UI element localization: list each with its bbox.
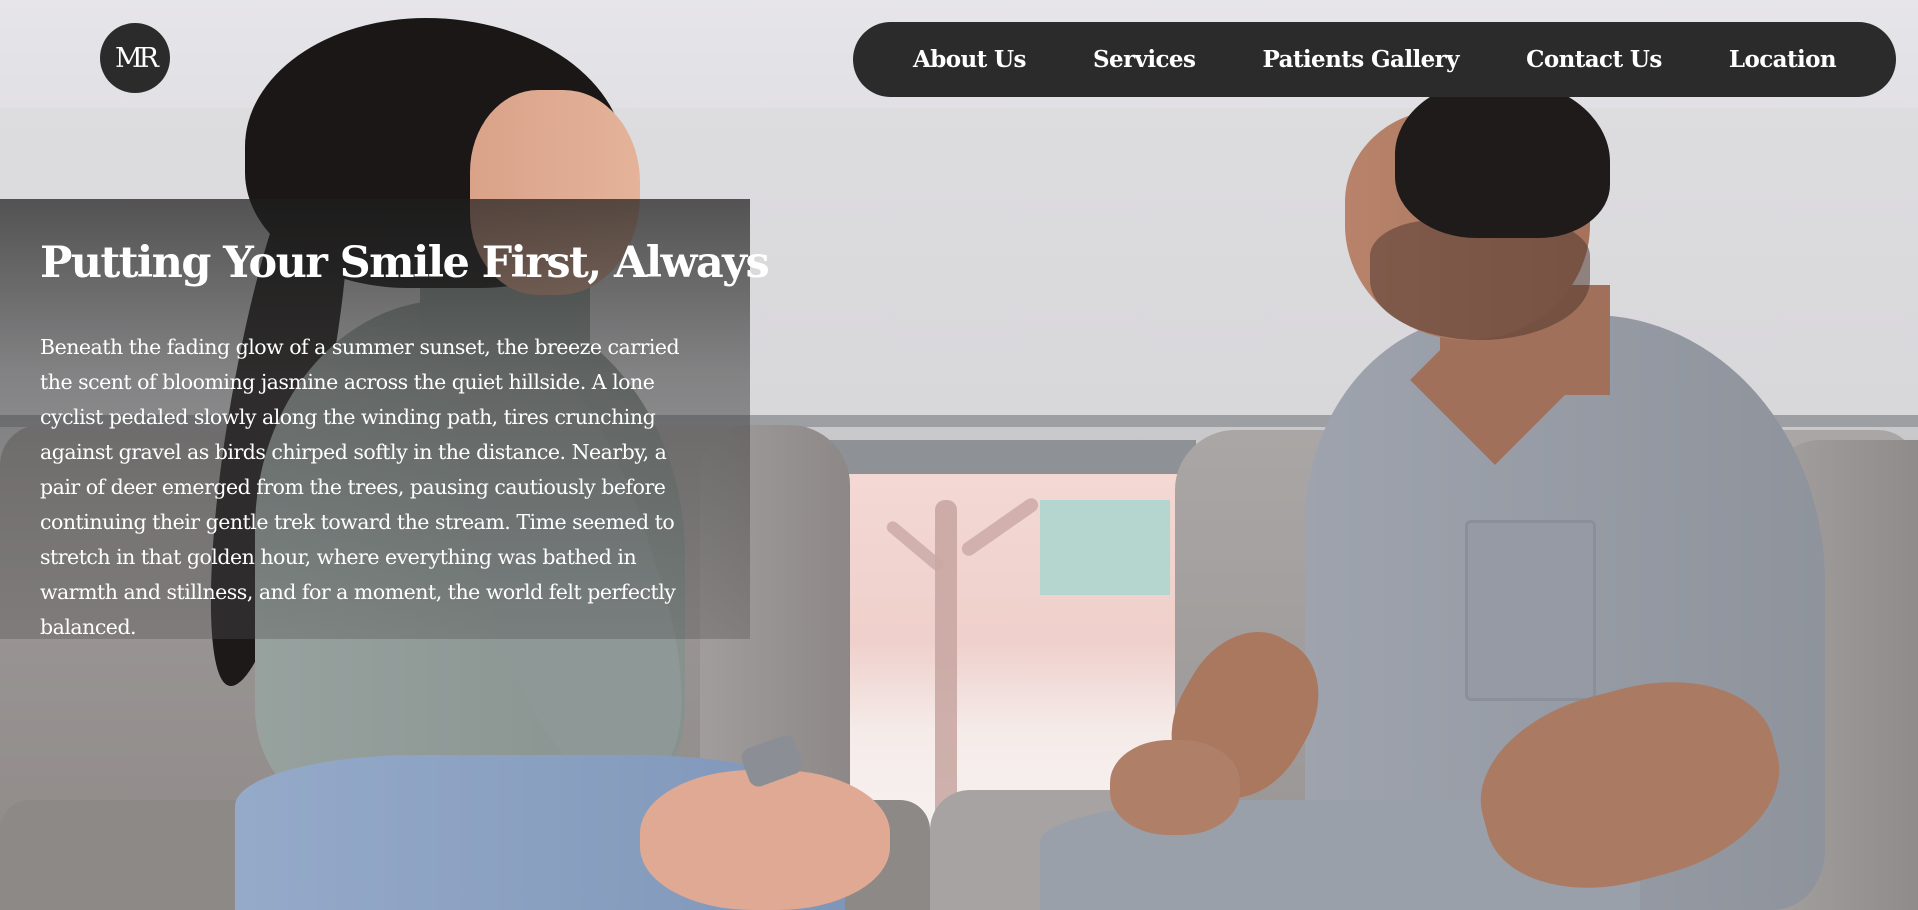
hero-paragraph: Beneath the fading glow of a summer suns… bbox=[40, 335, 680, 639]
nav-item-about-us[interactable]: About Us bbox=[913, 46, 1026, 73]
man-scrubs-pocket bbox=[1465, 520, 1596, 701]
nav-item-patients-gallery[interactable]: Patients Gallery bbox=[1263, 46, 1460, 73]
logo-text: MR bbox=[115, 42, 159, 74]
main-nav: About Us Services Patients Gallery Conta… bbox=[853, 22, 1896, 97]
nav-item-services[interactable]: Services bbox=[1093, 46, 1196, 73]
hero-title: Putting Your Smile First, Always bbox=[40, 238, 770, 288]
man-hand bbox=[1110, 740, 1240, 835]
nav-item-location[interactable]: Location bbox=[1729, 46, 1837, 73]
woman-hands bbox=[640, 770, 890, 910]
window-reflection bbox=[1040, 500, 1170, 595]
logo[interactable]: MR bbox=[100, 23, 170, 93]
man-beard bbox=[1370, 220, 1590, 340]
nav-item-contact-us[interactable]: Contact Us bbox=[1526, 46, 1662, 73]
tree-trunk bbox=[935, 500, 957, 820]
landing-page: MR About Us Services Patients Gallery Co… bbox=[0, 0, 1918, 910]
